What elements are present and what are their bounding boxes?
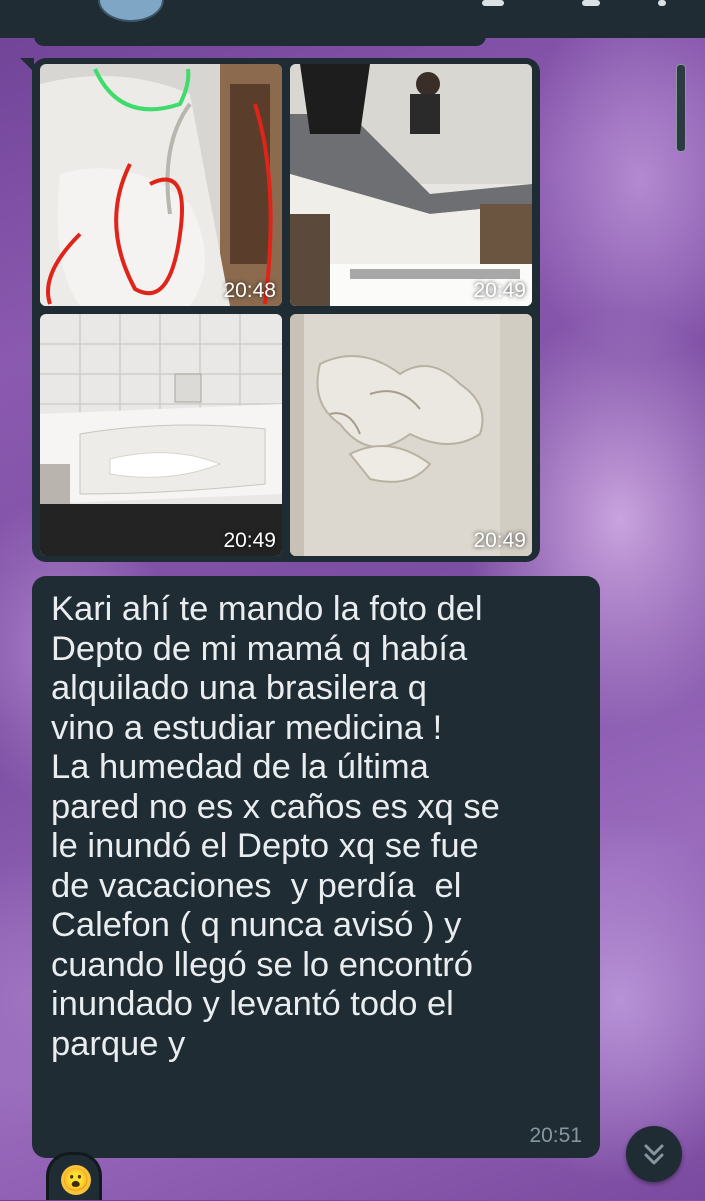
header-icon[interactable] xyxy=(482,0,504,6)
image-timestamp: 20:49 xyxy=(473,529,526,552)
previous-message-bubble[interactable] xyxy=(34,36,486,46)
text-message-bubble[interactable]: Kari ahí te mando la foto del Depto de m… xyxy=(32,576,600,1158)
image-thumbnail[interactable]: 20:49 xyxy=(290,64,532,306)
kitchen-counter-photo-icon xyxy=(290,64,532,306)
image-timestamp: 20:48 xyxy=(223,279,276,302)
message-timestamp: 20:51 xyxy=(529,1124,582,1147)
image-timestamp: 20:49 xyxy=(223,529,276,552)
menu-icon[interactable] xyxy=(658,0,666,6)
image-thumbnail[interactable]: 20:49 xyxy=(40,314,282,556)
scroll-to-bottom-button[interactable] xyxy=(626,1126,682,1182)
damp-wall-photo-icon xyxy=(290,314,532,556)
message-text: Kari ahí te mando la foto del Depto de m… xyxy=(51,590,500,1063)
contact-avatar[interactable] xyxy=(98,0,164,22)
bathtub-photo-icon xyxy=(40,314,282,556)
reaction-badge[interactable]: 😮 xyxy=(46,1152,102,1200)
chevron-double-down-icon xyxy=(644,1144,664,1165)
surprised-face-icon: 😮 xyxy=(61,1165,91,1195)
header-icon[interactable] xyxy=(582,0,600,6)
bathtub-marked-photo-icon xyxy=(40,64,282,306)
image-timestamp: 20:49 xyxy=(473,279,526,302)
chat-header xyxy=(0,0,705,38)
image-thumbnail[interactable]: 20:49 xyxy=(290,314,532,556)
scrollbar-handle[interactable] xyxy=(676,64,686,152)
image-thumbnail[interactable]: 20:48 xyxy=(40,64,282,306)
image-message-bubble[interactable]: 20:48 20:49 20:49 20:49 xyxy=(32,58,540,562)
